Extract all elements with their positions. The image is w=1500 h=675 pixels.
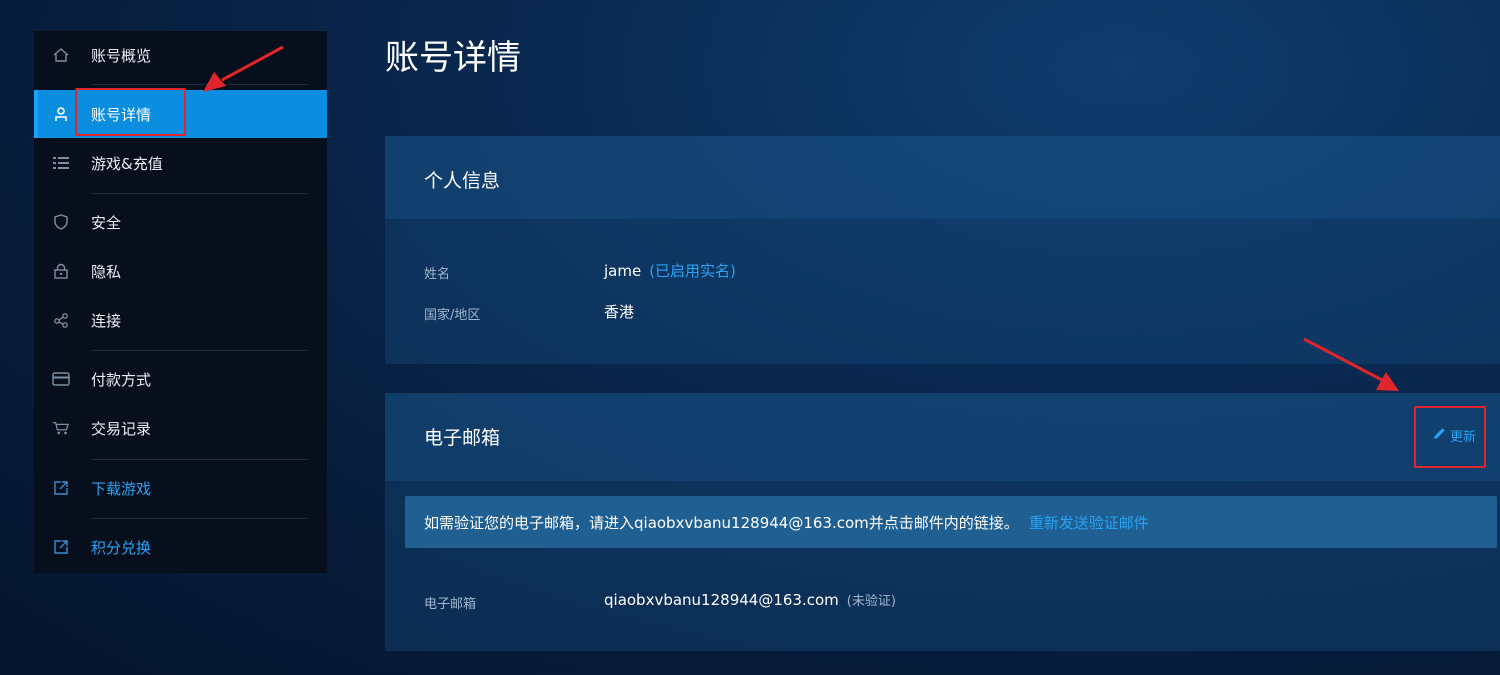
annotation-arrow-head (203, 72, 226, 92)
annotation-arrow-shaft (221, 45, 284, 82)
annotation-arrows (203, 45, 1399, 391)
annotation-arrow-shaft (1303, 337, 1383, 382)
annotation-arrow-head (1376, 372, 1399, 391)
